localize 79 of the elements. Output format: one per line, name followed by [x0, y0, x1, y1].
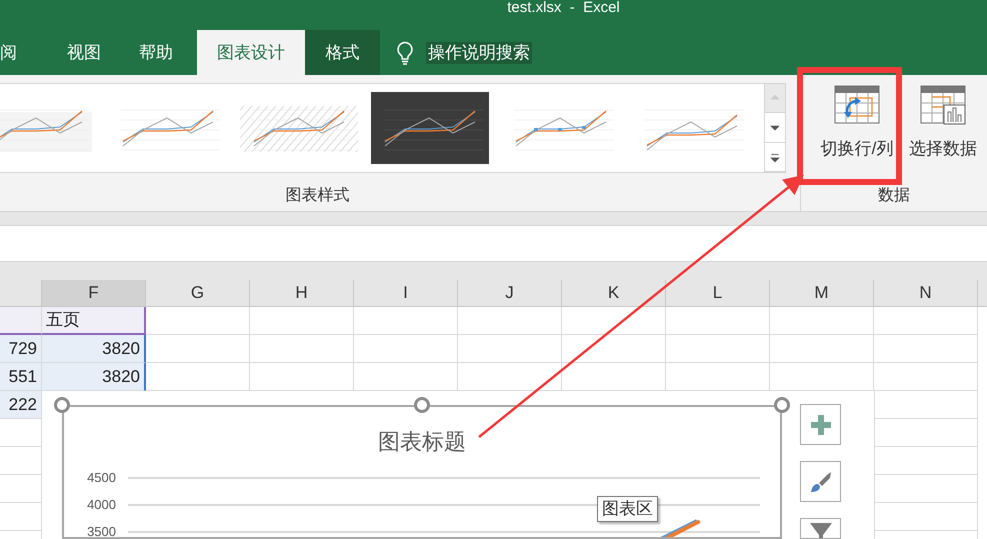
- table-cell[interactable]: [874, 307, 978, 335]
- table-cell[interactable]: [354, 307, 458, 335]
- chart-tool-button[interactable]: [800, 404, 841, 445]
- table-cell[interactable]: [770, 363, 874, 391]
- table-cell[interactable]: [874, 503, 978, 531]
- column-header[interactable]: N: [874, 280, 978, 306]
- group-label: 数据: [878, 186, 910, 206]
- table-bar-chart-icon: [920, 85, 966, 125]
- resize-handle[interactable]: [54, 397, 70, 413]
- table-cell[interactable]: [458, 335, 562, 363]
- table-cell[interactable]: [874, 335, 978, 363]
- table-cell[interactable]: [562, 335, 666, 363]
- table-cell[interactable]: [874, 475, 978, 503]
- chart-style-thumbnail[interactable]: [371, 92, 489, 164]
- table-cell[interactable]: 729: [0, 335, 42, 363]
- ribbon-tab[interactable]: 视图: [14, 30, 126, 75]
- table-cell[interactable]: [250, 307, 354, 335]
- column-header[interactable]: K: [562, 280, 666, 306]
- table-cell[interactable]: 3820: [42, 335, 146, 363]
- chart-tooltip: 图表区: [597, 496, 658, 522]
- table-cell[interactable]: [770, 307, 874, 335]
- table-cell[interactable]: [666, 307, 770, 335]
- ribbon-button[interactable]: 切换行/列: [814, 85, 900, 159]
- formula-bar[interactable]: [0, 225, 987, 262]
- ribbon-tab[interactable]: 帮助: [126, 30, 186, 75]
- table-cell[interactable]: 3820: [42, 363, 146, 391]
- ribbon-tab[interactable]: 图表设计: [197, 30, 305, 75]
- axis-label: 4000: [86, 498, 116, 512]
- column-header[interactable]: L: [666, 280, 770, 306]
- chart-area[interactable]: 图表标题 4500 4000 3500 图表区: [62, 405, 782, 539]
- switch-row-column-icon: [834, 85, 880, 125]
- table-cell[interactable]: [0, 307, 42, 335]
- table-cell[interactable]: [874, 391, 978, 419]
- table-cell[interactable]: [666, 335, 770, 363]
- chart-tool-button[interactable]: [800, 461, 841, 502]
- group-label: 图表样式: [286, 186, 350, 206]
- table-cell[interactable]: 五页: [42, 307, 146, 335]
- column-header[interactable]: J: [458, 280, 562, 306]
- resize-handle[interactable]: [414, 397, 430, 413]
- table-cell[interactable]: [666, 363, 770, 391]
- ribbon-tab[interactable]: 阅: [0, 30, 14, 75]
- window-title: test.xlsx - Excel: [507, 0, 620, 15]
- table-cell[interactable]: [562, 363, 666, 391]
- table-cell[interactable]: [0, 475, 42, 503]
- tell-me-search[interactable]: 操作说明搜索: [426, 42, 532, 64]
- ribbon-tab[interactable]: 格式: [305, 30, 380, 75]
- column-header[interactable]: I: [354, 280, 458, 306]
- column-header[interactable]: H: [250, 280, 354, 306]
- lightbulb-icon: [396, 40, 414, 64]
- table-cell[interactable]: [250, 363, 354, 391]
- ribbon-button[interactable]: 选择数据: [900, 85, 986, 159]
- table-cell[interactable]: [0, 447, 42, 475]
- table-cell[interactable]: [146, 335, 250, 363]
- table-cell[interactable]: [250, 335, 354, 363]
- axis-label: 3500: [86, 525, 116, 537]
- table-cell[interactable]: [146, 363, 250, 391]
- table-cell[interactable]: [354, 335, 458, 363]
- table-cell[interactable]: [874, 447, 978, 475]
- table-cell[interactable]: [874, 363, 978, 391]
- table-cell[interactable]: [458, 363, 562, 391]
- column-header[interactable]: M: [770, 280, 874, 306]
- axis-label: 4500: [86, 471, 116, 485]
- table-cell[interactable]: [146, 307, 250, 335]
- table-cell[interactable]: 222: [0, 391, 42, 419]
- table-cell[interactable]: [0, 419, 42, 447]
- column-header[interactable]: F: [42, 280, 146, 306]
- resize-handle[interactable]: [774, 397, 790, 413]
- table-cell[interactable]: 551: [0, 363, 42, 391]
- chart-title[interactable]: 图表标题: [378, 429, 466, 454]
- chart-tool-button[interactable]: [800, 518, 841, 539]
- table-cell[interactable]: [0, 503, 42, 531]
- table-cell[interactable]: [354, 363, 458, 391]
- table-cell[interactable]: [458, 307, 562, 335]
- paintbrush-icon: [808, 470, 832, 494]
- column-header[interactable]: G: [146, 280, 250, 306]
- table-cell[interactable]: [562, 307, 666, 335]
- plus-icon: [808, 412, 832, 436]
- table-cell[interactable]: [770, 335, 874, 363]
- table-cell[interactable]: [874, 419, 978, 447]
